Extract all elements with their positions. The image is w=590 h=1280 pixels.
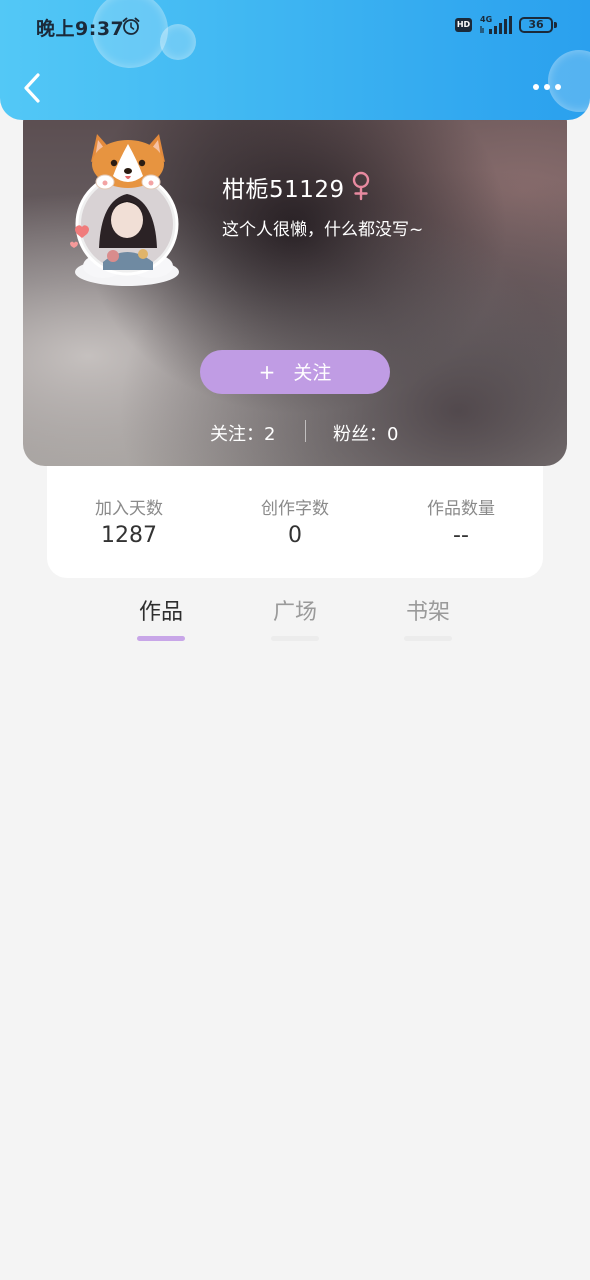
hd-icon: HD	[455, 18, 472, 32]
follow-button-label: 关注	[293, 362, 332, 384]
chevron-left-icon	[24, 73, 40, 103]
more-horizontal-icon	[533, 84, 561, 90]
battery-icon: 36	[519, 17, 553, 33]
stat-value: 0	[288, 523, 302, 548]
tab-label: 作品	[138, 600, 183, 625]
stat-label: 加入天数	[95, 499, 163, 519]
user-bio: 这个人很懒，什么都没写~	[222, 220, 424, 240]
battery-level: 36	[528, 18, 544, 31]
stat-label: 创作字数	[261, 499, 329, 519]
top-header: 晚上9:37 HD 4G 36	[0, 0, 590, 120]
tab-bookshelf[interactable]: 书架	[383, 594, 473, 641]
tab-label: 广场	[272, 600, 317, 625]
following-count[interactable]: 关注：2	[210, 420, 275, 446]
stats-panel: 加入天数 1287 创作字数 0 作品数量 --	[47, 460, 543, 578]
tab-label: 书架	[405, 600, 450, 625]
plus-icon: +	[258, 360, 276, 384]
battery-tip	[554, 22, 557, 28]
tab-square[interactable]: 广场	[250, 594, 340, 641]
stats-divider	[305, 420, 306, 442]
stat-join-days: 加入天数 1287	[59, 494, 199, 548]
more-options-button[interactable]	[526, 72, 570, 102]
status-bar: 晚上9:37 HD 4G 36	[0, 0, 590, 52]
stat-value: --	[453, 523, 469, 548]
stat-word-count: 创作字数 0	[225, 494, 365, 548]
fans-count[interactable]: 粉丝：0	[333, 420, 398, 446]
stat-label: 作品数量	[427, 499, 495, 519]
follow-stats: 关注：2 粉丝：0	[23, 418, 567, 446]
stat-works-count: 作品数量 --	[391, 494, 531, 548]
tab-indicator	[404, 636, 452, 641]
tab-active-indicator	[137, 636, 185, 641]
female-icon	[352, 171, 370, 201]
stat-value: 1287	[101, 523, 157, 548]
alarm-clock-icon	[122, 17, 140, 35]
back-button[interactable]	[14, 66, 50, 110]
tab-indicator	[271, 636, 319, 641]
follow-button[interactable]: + 关注	[200, 350, 390, 394]
avatar-image	[70, 134, 179, 286]
status-time: 晚上9:37	[36, 18, 125, 40]
user-name: 柑栀51129	[222, 177, 345, 203]
network-type-label: 4G	[480, 15, 492, 24]
profile-card: 柑栀51129 这个人很懒，什么都没写~ + 关注 关注：2 粉丝：0	[23, 100, 567, 466]
signal-icon: 4G	[480, 15, 512, 34]
tab-works[interactable]: 作品	[116, 594, 206, 641]
avatar[interactable]	[69, 130, 189, 290]
